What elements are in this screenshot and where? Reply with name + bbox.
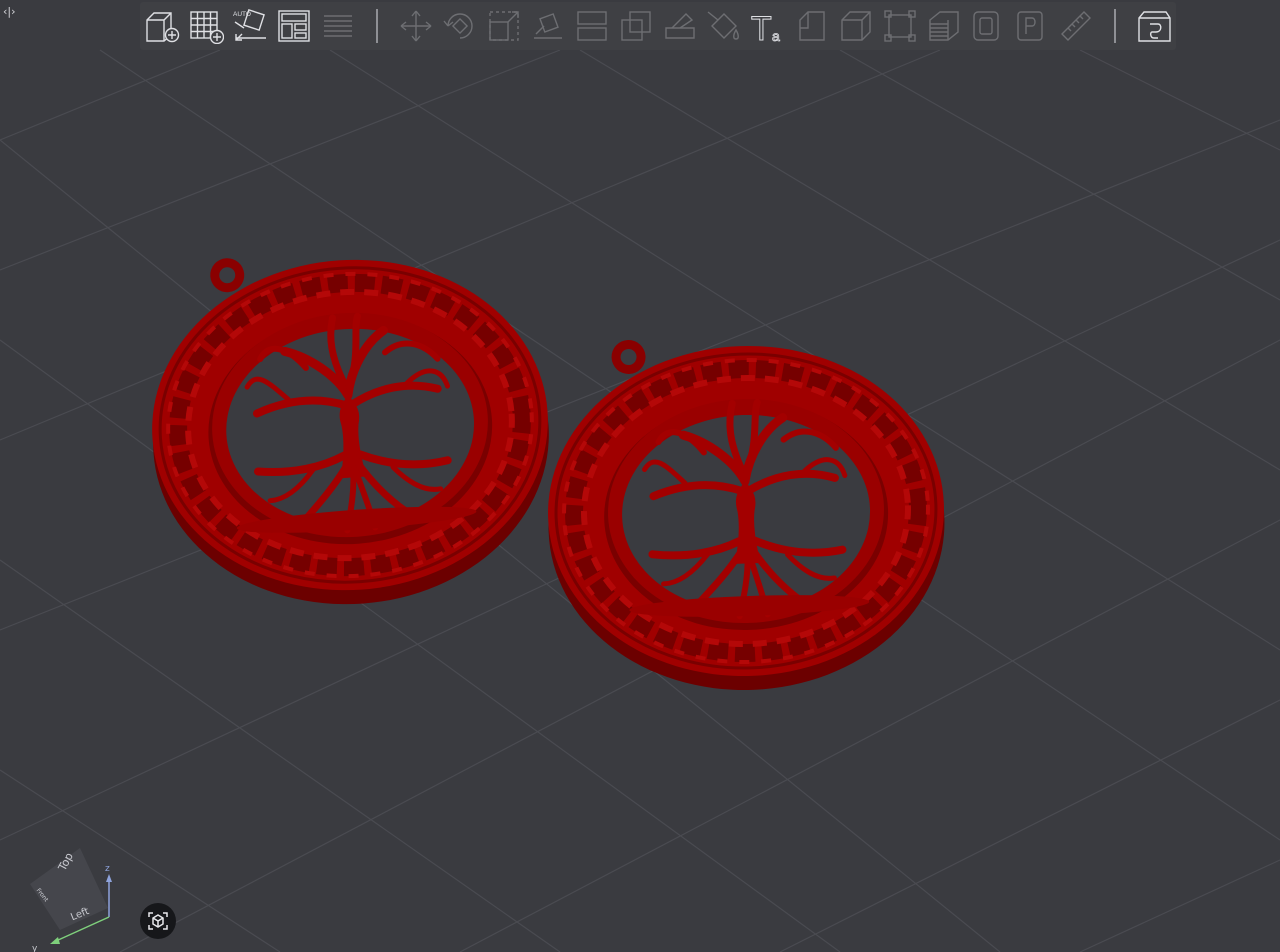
- y-axis-label: y: [32, 944, 38, 952]
- z-axis-arrow: [106, 874, 112, 882]
- support-paint-icon: [665, 13, 695, 39]
- scale-icon: [489, 11, 519, 41]
- mesh-repair-icon: [884, 10, 916, 42]
- rotate-icon: [443, 13, 473, 39]
- text-icon: T a: [751, 10, 781, 45]
- mesh-repair-button[interactable]: [880, 4, 920, 48]
- cut-button[interactable]: [616, 4, 656, 48]
- add-object-icon: [146, 12, 180, 43]
- lay-on-face-icon: [534, 13, 562, 39]
- text-tool-label-main: T: [751, 10, 772, 44]
- lay-on-face-button[interactable]: [528, 4, 568, 48]
- split-button[interactable]: [572, 4, 612, 48]
- layers-button[interactable]: [318, 4, 358, 48]
- y-axis-arrow: [50, 937, 60, 944]
- top-toolbar: AUTO T a: [140, 2, 1176, 50]
- 3d-viewport[interactable]: Top Left Front z y: [0, 0, 1280, 952]
- assembly-view-button[interactable]: [1134, 4, 1174, 48]
- measure-button[interactable]: [1056, 4, 1096, 48]
- camera-reset-button[interactable]: [140, 903, 176, 939]
- assembly-view-icon: [1138, 11, 1171, 42]
- move-icon: [400, 10, 432, 42]
- arrange-button[interactable]: [274, 4, 314, 48]
- tree-of-life-earring-1[interactable]: [140, 237, 560, 618]
- color-paint-icon: [707, 11, 739, 40]
- variable-layer-icon: [929, 11, 959, 41]
- brim-ears-button[interactable]: [968, 4, 1008, 48]
- split-icon: [577, 11, 607, 41]
- scale-button[interactable]: [484, 4, 524, 48]
- toolbar-separator: [376, 9, 378, 43]
- auto-orient-icon: AUTO: [233, 9, 266, 41]
- emboss-icon: [1017, 11, 1043, 41]
- rotate-button[interactable]: [440, 4, 480, 48]
- text-tool-button[interactable]: T a: [748, 4, 788, 48]
- z-axis-label: z: [105, 864, 110, 874]
- text-tool-label-sub: a: [772, 28, 780, 44]
- add-plate-icon: [190, 11, 224, 44]
- auto-orient-button[interactable]: AUTO: [230, 4, 270, 48]
- brim-ears-icon: [973, 11, 999, 41]
- seam-paint-icon: [799, 11, 825, 41]
- move-button[interactable]: [396, 4, 436, 48]
- color-paint-button[interactable]: [704, 4, 744, 48]
- variable-layer-button[interactable]: [924, 4, 964, 48]
- camera-reset-icon: [148, 912, 168, 930]
- boolean-button[interactable]: [836, 4, 876, 48]
- arrange-icon: [278, 10, 310, 42]
- tree-of-life-earring-2[interactable]: [542, 329, 950, 697]
- support-paint-button[interactable]: [660, 4, 700, 48]
- seam-paint-button[interactable]: [792, 4, 832, 48]
- layers-icon: [324, 15, 352, 37]
- measure-icon: [1061, 11, 1091, 41]
- add-plate-button[interactable]: [186, 4, 226, 48]
- view-cube[interactable]: Top Left Front z y: [30, 848, 112, 952]
- boolean-icon: [841, 11, 871, 41]
- toolbar-separator: [1114, 9, 1116, 43]
- add-object-button[interactable]: [142, 4, 182, 48]
- cut-icon: [621, 11, 651, 41]
- emboss-button[interactable]: [1012, 4, 1052, 48]
- sidebar-collapse-toggle[interactable]: ‹|›: [3, 4, 21, 20]
